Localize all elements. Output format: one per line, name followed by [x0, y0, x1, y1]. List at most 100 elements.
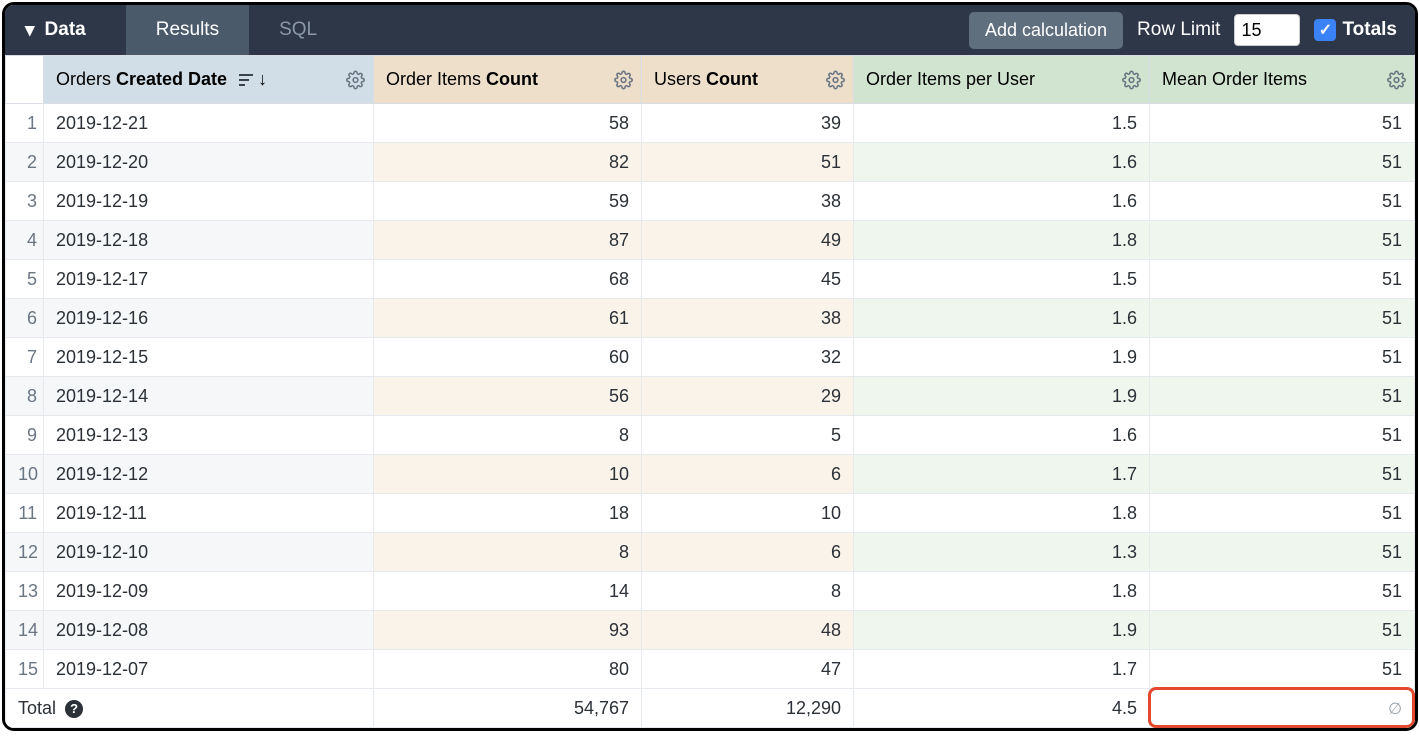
cell-users[interactable]: 39: [642, 104, 854, 143]
gear-icon[interactable]: [614, 70, 633, 89]
checkbox-checked-icon: ✓: [1314, 19, 1336, 41]
column-header-order-items-per-user[interactable]: Order Items per User: [854, 56, 1150, 104]
totals-toggle[interactable]: ✓ Totals: [1314, 19, 1397, 41]
cell-per-user[interactable]: 1.6: [854, 299, 1150, 338]
row-limit-input[interactable]: [1234, 14, 1300, 46]
cell-order-items[interactable]: 82: [374, 143, 642, 182]
cell-per-user[interactable]: 1.9: [854, 611, 1150, 650]
cell-date[interactable]: 2019-12-08: [44, 611, 374, 650]
cell-per-user[interactable]: 1.6: [854, 143, 1150, 182]
gear-icon[interactable]: [1122, 70, 1141, 89]
column-header-mean-order-items[interactable]: Mean Order Items: [1150, 56, 1415, 104]
cell-order-items[interactable]: 14: [374, 572, 642, 611]
cell-date[interactable]: 2019-12-14: [44, 377, 374, 416]
row-number: 13: [6, 572, 44, 611]
cell-per-user[interactable]: 1.6: [854, 182, 1150, 221]
cell-order-items[interactable]: 56: [374, 377, 642, 416]
cell-order-items[interactable]: 8: [374, 416, 642, 455]
cell-per-user[interactable]: 1.7: [854, 455, 1150, 494]
cell-date[interactable]: 2019-12-18: [44, 221, 374, 260]
cell-users[interactable]: 47: [642, 650, 854, 689]
cell-mean[interactable]: 51: [1150, 260, 1415, 299]
cell-users[interactable]: 48: [642, 611, 854, 650]
cell-date[interactable]: 2019-12-15: [44, 338, 374, 377]
cell-mean[interactable]: 51: [1150, 143, 1415, 182]
cell-order-items[interactable]: 59: [374, 182, 642, 221]
cell-users[interactable]: 10: [642, 494, 854, 533]
cell-date[interactable]: 2019-12-13: [44, 416, 374, 455]
cell-users[interactable]: 5: [642, 416, 854, 455]
cell-users[interactable]: 38: [642, 182, 854, 221]
column-header-order-items-count[interactable]: Order Items Count: [374, 56, 642, 104]
help-icon[interactable]: ?: [65, 700, 83, 718]
cell-order-items[interactable]: 80: [374, 650, 642, 689]
cell-per-user[interactable]: 1.8: [854, 572, 1150, 611]
cell-order-items[interactable]: 60: [374, 338, 642, 377]
cell-users[interactable]: 49: [642, 221, 854, 260]
cell-mean[interactable]: 51: [1150, 377, 1415, 416]
cell-order-items[interactable]: 8: [374, 533, 642, 572]
cell-mean[interactable]: 51: [1150, 338, 1415, 377]
cell-order-items[interactable]: 58: [374, 104, 642, 143]
cell-users[interactable]: 38: [642, 299, 854, 338]
cell-order-items[interactable]: 10: [374, 455, 642, 494]
cell-per-user[interactable]: 1.5: [854, 104, 1150, 143]
cell-date[interactable]: 2019-12-17: [44, 260, 374, 299]
cell-users[interactable]: 6: [642, 455, 854, 494]
cell-mean[interactable]: 51: [1150, 299, 1415, 338]
add-calculation-button[interactable]: Add calculation: [969, 12, 1123, 49]
cell-users[interactable]: 51: [642, 143, 854, 182]
table-row: 112019-12-1118101.851: [6, 494, 1415, 533]
row-number: 15: [6, 650, 44, 689]
cell-per-user[interactable]: 1.7: [854, 650, 1150, 689]
cell-per-user[interactable]: 1.9: [854, 377, 1150, 416]
cell-mean[interactable]: 51: [1150, 533, 1415, 572]
cell-mean[interactable]: 51: [1150, 650, 1415, 689]
cell-order-items[interactable]: 93: [374, 611, 642, 650]
tab-results-label: Results: [156, 19, 219, 41]
cell-mean[interactable]: 51: [1150, 572, 1415, 611]
tabs: ▾ Data Results SQL: [5, 5, 347, 55]
cell-per-user[interactable]: 1.8: [854, 221, 1150, 260]
cell-order-items[interactable]: 68: [374, 260, 642, 299]
gear-icon[interactable]: [346, 70, 365, 89]
tab-results[interactable]: Results: [126, 5, 249, 55]
cell-date[interactable]: 2019-12-19: [44, 182, 374, 221]
cell-order-items[interactable]: 61: [374, 299, 642, 338]
cell-date[interactable]: 2019-12-21: [44, 104, 374, 143]
gear-icon[interactable]: [1387, 70, 1406, 89]
tab-sql[interactable]: SQL: [249, 5, 347, 55]
cell-date[interactable]: 2019-12-11: [44, 494, 374, 533]
column-header-created-date[interactable]: Orders Created Date ↓: [44, 56, 374, 104]
cell-mean[interactable]: 51: [1150, 416, 1415, 455]
cell-per-user[interactable]: 1.3: [854, 533, 1150, 572]
cell-mean[interactable]: 51: [1150, 455, 1415, 494]
cell-order-items[interactable]: 18: [374, 494, 642, 533]
cell-users[interactable]: 29: [642, 377, 854, 416]
cell-date[interactable]: 2019-12-10: [44, 533, 374, 572]
cell-mean[interactable]: 51: [1150, 611, 1415, 650]
cell-mean[interactable]: 51: [1150, 494, 1415, 533]
tab-data[interactable]: ▾ Data: [5, 5, 126, 55]
arrow-down-icon: ↓: [258, 69, 267, 90]
cell-date[interactable]: 2019-12-16: [44, 299, 374, 338]
cell-date[interactable]: 2019-12-20: [44, 143, 374, 182]
cell-users[interactable]: 6: [642, 533, 854, 572]
cell-users[interactable]: 32: [642, 338, 854, 377]
cell-per-user[interactable]: 1.9: [854, 338, 1150, 377]
cell-users[interactable]: 45: [642, 260, 854, 299]
cell-order-items[interactable]: 87: [374, 221, 642, 260]
cell-per-user[interactable]: 1.6: [854, 416, 1150, 455]
column-header-users-count[interactable]: Users Count: [642, 56, 854, 104]
cell-mean[interactable]: 51: [1150, 182, 1415, 221]
gear-icon[interactable]: [826, 70, 845, 89]
cell-date[interactable]: 2019-12-09: [44, 572, 374, 611]
cell-mean[interactable]: 51: [1150, 104, 1415, 143]
cell-users[interactable]: 8: [642, 572, 854, 611]
cell-date[interactable]: 2019-12-12: [44, 455, 374, 494]
table-row: 72019-12-1560321.951: [6, 338, 1415, 377]
cell-per-user[interactable]: 1.5: [854, 260, 1150, 299]
cell-mean[interactable]: 51: [1150, 221, 1415, 260]
cell-per-user[interactable]: 1.8: [854, 494, 1150, 533]
cell-date[interactable]: 2019-12-07: [44, 650, 374, 689]
